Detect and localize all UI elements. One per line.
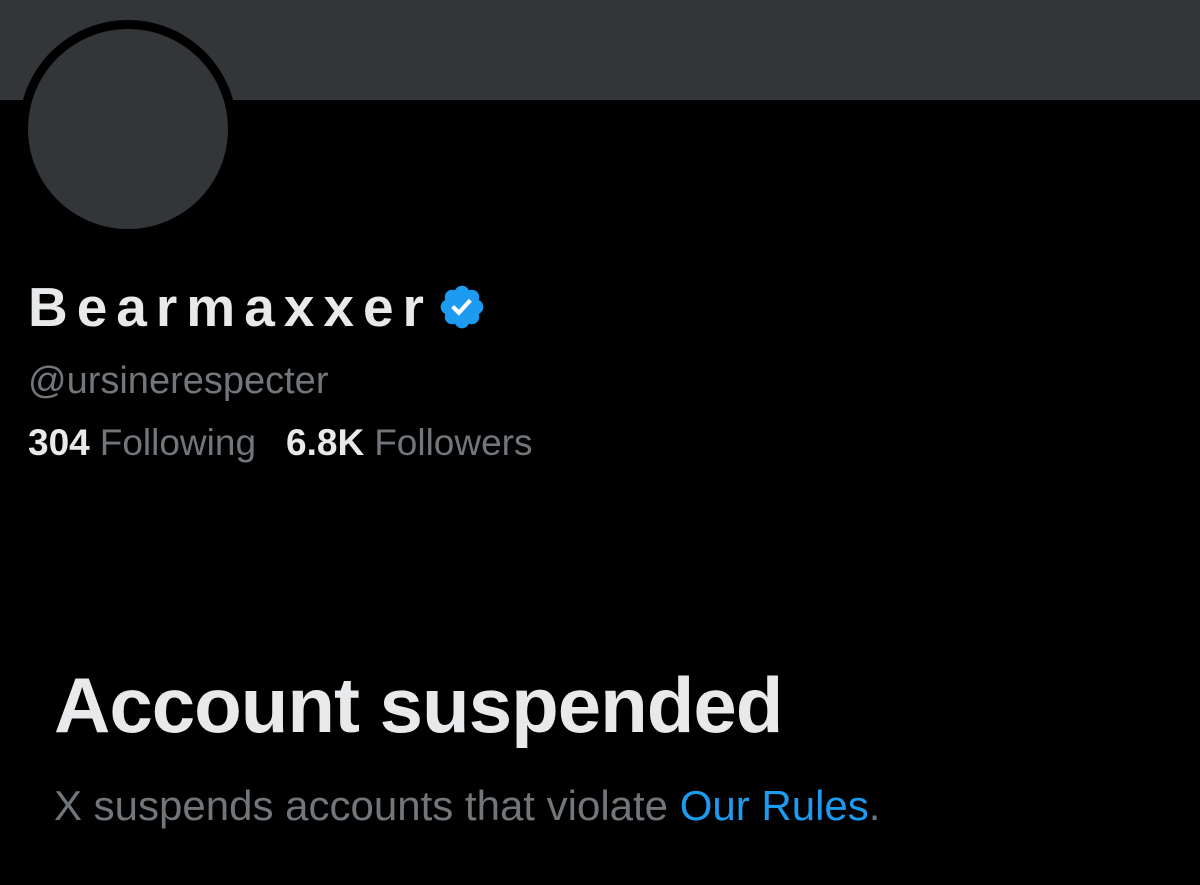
our-rules-link[interactable]: Our Rules [680,782,869,829]
profile-handle: @ursinerespecter [28,360,329,402]
display-name: Bearmaxxer [28,276,433,338]
suspended-description-text: X suspends accounts that violate [54,782,680,829]
following-stat[interactable]: 304 Following [28,422,256,464]
verified-badge-icon[interactable] [437,282,487,332]
suspended-description: X suspends accounts that violate Our Rul… [54,782,880,830]
suspended-description-period: . [868,782,881,829]
following-label: Following [99,422,257,463]
suspended-title: Account suspended [54,661,783,749]
following-count: 304 [28,422,90,463]
profile-name-row: Bearmaxxer [28,272,487,342]
avatar[interactable] [28,29,228,229]
followers-stat[interactable]: 6.8K Followers [286,422,532,464]
followers-count: 6.8K [286,422,365,463]
followers-label: Followers [374,422,533,463]
avatar-container [19,20,237,238]
profile-stats: 304 Following 6.8K Followers [28,422,563,464]
